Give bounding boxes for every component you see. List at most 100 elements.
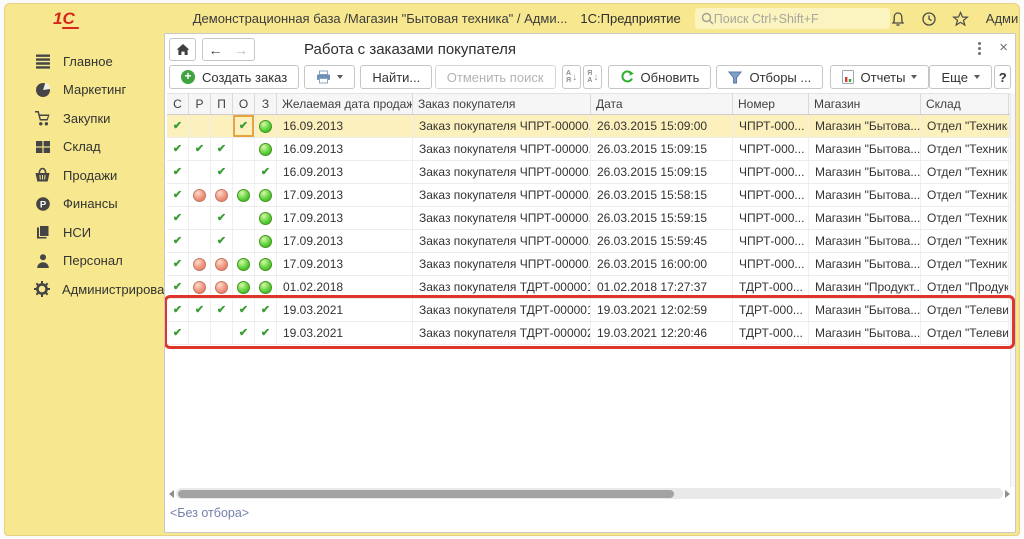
cell-desired-date: 17.09.2013 [277, 230, 413, 252]
sidebar-item-4[interactable]: Продажи [5, 161, 164, 190]
back-button[interactable]: ← [202, 38, 229, 61]
column-header-4[interactable]: З [255, 94, 277, 114]
toolbar: + Создать заказ Найти... Отменить поиск … [169, 65, 1011, 89]
cell-desired-date: 19.03.2021 [277, 322, 413, 344]
cell-store: Магазин "Бытова... [809, 138, 921, 160]
sidebar-item-3[interactable]: Склад [5, 133, 164, 162]
status-cell [233, 184, 255, 206]
column-header-1[interactable]: Р [189, 94, 211, 114]
reports-button[interactable]: Отчеты [830, 65, 930, 89]
sidebar-item-6[interactable]: НСИ [5, 218, 164, 247]
cell-date: 26.03.2015 16:00:00 [591, 253, 733, 275]
table-row[interactable]: ✔ ✔ ✔ ✔ ✔ 19.03.2021 Заказ покупателя ТД… [167, 299, 1010, 322]
table-row[interactable]: ✔ 17.09.2013 Заказ покупателя ЧПРТ-00000… [167, 184, 1010, 207]
table-row[interactable]: ✔ ✔ ✔ 19.03.2021 Заказ покупателя ТДРТ-0… [167, 322, 1010, 345]
column-header-7[interactable]: Дата [591, 94, 733, 114]
table-row[interactable]: ✔ ✔ ✔ 16.09.2013 Заказ покупателя ЧПРТ-0… [167, 138, 1010, 161]
cell-warehouse: Отдел "Техника д [921, 253, 1009, 275]
print-button[interactable] [304, 65, 355, 89]
search-input[interactable] [714, 12, 884, 26]
column-header-3[interactable]: О [233, 94, 255, 114]
orders-table: СРПОЗЖелаемая дата продажиЗаказ покупате… [167, 93, 1010, 345]
status-check-icon: ✔ [173, 213, 182, 224]
status-cell [189, 184, 211, 206]
table-row[interactable]: ✔ ✔ 17.09.2013 Заказ покупателя ЧПРТ-000… [167, 230, 1010, 253]
sidebar-item-1[interactable]: Маркетинг [5, 76, 164, 105]
status-check-icon: ✔ [195, 144, 204, 155]
status-cell: ✔ [167, 253, 189, 275]
find-button[interactable]: Найти... [360, 65, 432, 89]
status-red-ball-icon [215, 258, 228, 271]
cell-desired-date: 16.09.2013 [277, 138, 413, 160]
sidebar-item-label: Продажи [63, 168, 117, 183]
scroll-right-arrow-icon[interactable] [1005, 490, 1010, 498]
column-header-6[interactable]: Заказ покупателя [413, 94, 591, 114]
vertical-scrollbar[interactable] [1010, 93, 1016, 487]
cell-order: Заказ покупателя ЧПРТ-00000... [413, 161, 591, 183]
column-header-9[interactable]: Магазин [809, 94, 921, 114]
filter-status-link[interactable]: <Без отбора> [170, 506, 249, 520]
forward-button[interactable]: → [228, 38, 255, 61]
status-red-ball-icon [215, 281, 228, 294]
sidebar-item-8[interactable]: Администрирование [5, 275, 164, 304]
top-bar: 1С Демонстрационная база /Магазин "Бытов… [5, 4, 1019, 33]
table-row[interactable]: ✔ ✔ ✔ 16.09.2013 Заказ покупателя ЧПРТ-0… [167, 161, 1010, 184]
cell-order: Заказ покупателя ЧПРТ-00000... [413, 138, 591, 160]
cell-date: 26.03.2015 15:09:00 [591, 115, 733, 137]
column-header-10[interactable]: Склад [921, 94, 1009, 114]
cell-warehouse: Отдел "Продукты [921, 276, 1009, 298]
status-cell: ✔ [211, 299, 233, 321]
cell-number: ЧПРТ-000... [733, 207, 809, 229]
column-header-0[interactable]: С [167, 94, 189, 114]
table-row[interactable]: ✔ 01.02.2018 Заказ покупателя ТДРТ-00000… [167, 276, 1010, 299]
history-icon[interactable] [921, 11, 937, 27]
column-header-8[interactable]: Номер [733, 94, 809, 114]
column-header-2[interactable]: П [211, 94, 233, 114]
more-button[interactable]: Еще [929, 65, 991, 89]
sidebar-item-7[interactable]: Персонал [5, 247, 164, 276]
cell-order: Заказ покупателя ЧПРТ-00000... [413, 253, 591, 275]
table-header-row: СРПОЗЖелаемая дата продажиЗаказ покупате… [167, 93, 1010, 115]
scrollbar-thumb[interactable] [178, 490, 674, 498]
cancel-search-button[interactable]: Отменить поиск [435, 65, 556, 89]
horizontal-scrollbar[interactable] [167, 487, 1012, 500]
cell-number: ЧПРТ-000... [733, 253, 809, 275]
help-button[interactable]: ? [994, 65, 1011, 89]
status-cell [233, 276, 255, 298]
status-check-icon: ✔ [173, 282, 182, 293]
filters-button[interactable]: Отборы ... [716, 65, 823, 89]
status-green-ball-icon [259, 258, 272, 271]
sort-descending-button[interactable]: ЯА ↓ [583, 65, 602, 89]
table-row[interactable]: ✔ ✔ 16.09.2013 Заказ покупателя ЧПРТ-000… [167, 115, 1010, 138]
sort-ascending-button[interactable]: АЯ ↓ [562, 65, 581, 89]
status-cell [255, 230, 277, 252]
favorites-star-icon[interactable] [952, 11, 969, 27]
status-check-icon: ✔ [173, 305, 182, 316]
cell-desired-date: 01.02.2018 [277, 276, 413, 298]
table-row[interactable]: ✔ 17.09.2013 Заказ покупателя ЧПРТ-00000… [167, 253, 1010, 276]
home-button[interactable] [169, 38, 196, 61]
cell-order: Заказ покупателя ЧПРТ-00000... [413, 207, 591, 229]
sidebar-item-2[interactable]: Закупки [5, 104, 164, 133]
status-cell: ✔ [233, 115, 255, 137]
global-search[interactable] [695, 8, 890, 29]
refresh-button[interactable]: Обновить [608, 65, 712, 89]
column-header-5[interactable]: Желаемая дата продажи [277, 94, 413, 114]
sidebar-item-5[interactable]: РФинансы [5, 190, 164, 219]
panel-close-icon[interactable]: × [999, 39, 1008, 56]
sidebar-item-0[interactable]: Главное [5, 47, 164, 76]
notifications-bell-icon[interactable] [890, 11, 906, 27]
scrollbar-track[interactable] [176, 488, 1003, 499]
status-cell [233, 230, 255, 252]
current-user[interactable]: Администратор узла [986, 11, 1020, 26]
create-order-button[interactable]: + Создать заказ [169, 65, 299, 89]
refresh-icon [620, 70, 634, 84]
table-row[interactable]: ✔ ✔ 17.09.2013 Заказ покупателя ЧПРТ-000… [167, 207, 1010, 230]
cell-order: Заказ покупателя ЧПРТ-00000... [413, 230, 591, 252]
panel-menu-icon[interactable] [972, 42, 986, 58]
cell-number: ЧПРТ-000... [733, 115, 809, 137]
status-cell: ✔ [255, 322, 277, 344]
scroll-left-arrow-icon[interactable] [169, 490, 174, 498]
status-cell: ✔ [189, 138, 211, 160]
status-green-ball-icon [259, 120, 272, 133]
